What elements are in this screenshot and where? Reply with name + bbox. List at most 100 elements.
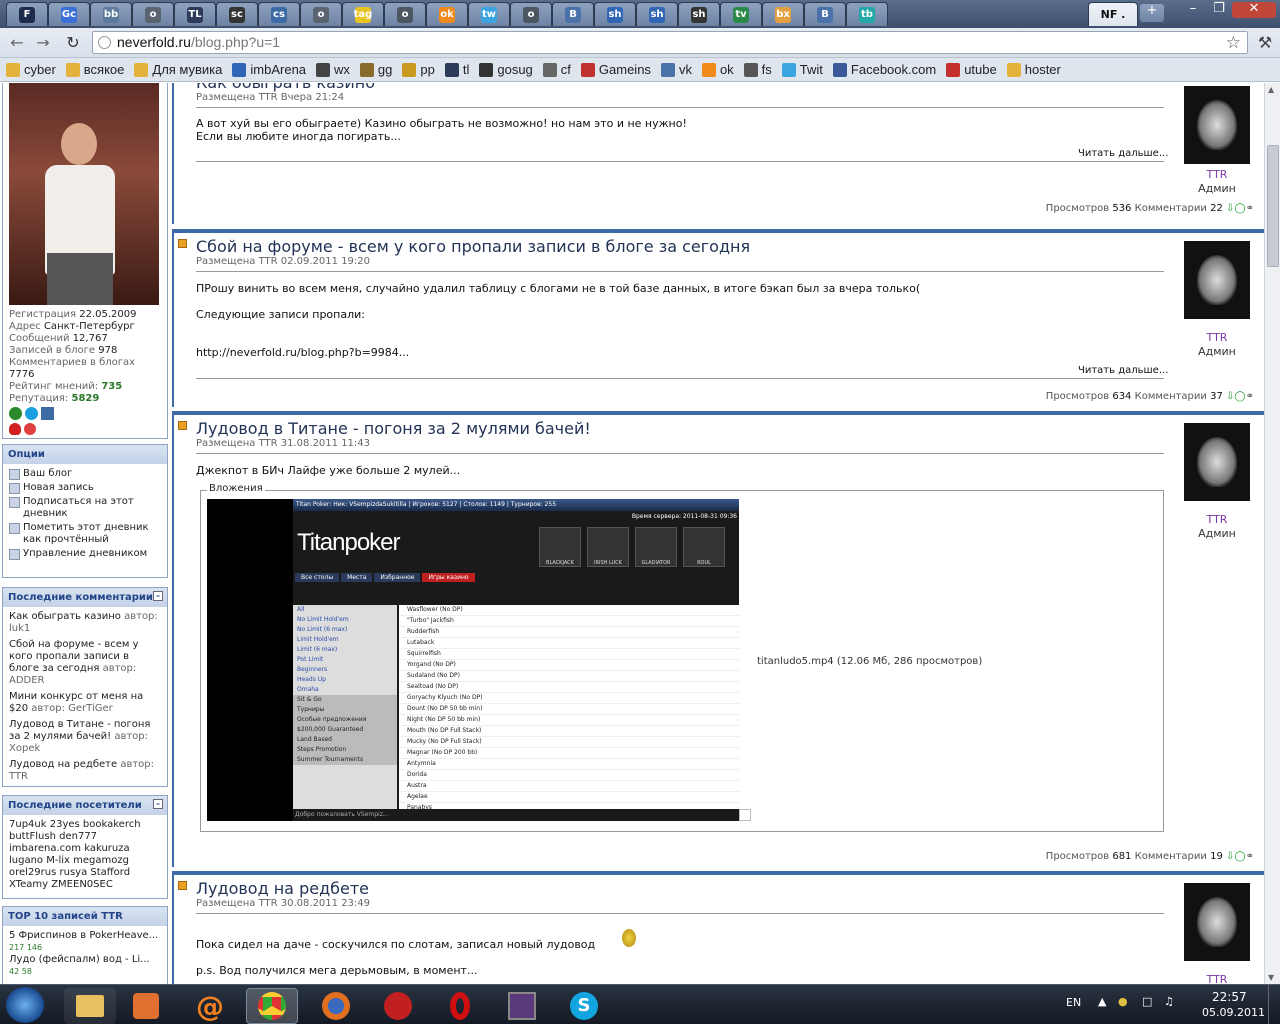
bookmark-item[interactable]: pp — [402, 62, 435, 77]
author-name[interactable]: TTR — [1184, 513, 1250, 526]
attachment-thumbnail[interactable]: Titan Poker: Ник: VSempizdaSukitilla | И… — [207, 499, 739, 821]
language-indicator[interactable]: EN — [1066, 996, 1081, 1009]
browser-tab[interactable]: o — [510, 2, 552, 26]
author-name[interactable]: TTR — [1184, 168, 1250, 181]
bookmark-item[interactable]: utube — [946, 62, 997, 77]
visitor-line[interactable]: XTeamy ZMEEN0SEC — [9, 879, 161, 891]
media-player-icon[interactable] — [120, 988, 172, 1024]
browser-tab[interactable]: o — [300, 2, 342, 26]
browser-tab[interactable]: bb — [90, 2, 132, 26]
link-icon[interactable]: ⚭ — [1246, 391, 1254, 402]
option-item[interactable]: Новая запись — [9, 482, 161, 494]
close-window-button[interactable]: ✕ — [1232, 2, 1276, 18]
reload-icon[interactable]: ↻ — [62, 33, 84, 53]
rate-icon[interactable]: ◯ — [1234, 391, 1245, 402]
minimize-button[interactable]: – — [1180, 2, 1206, 18]
scroll-thumb[interactable] — [1267, 145, 1279, 267]
read-more-link[interactable]: Читать дальше... — [1078, 365, 1168, 376]
chrome-icon[interactable] — [246, 988, 298, 1024]
option-item[interactable]: Пометить этот дневник как прочтённый — [9, 522, 161, 546]
attachment-file-link[interactable]: titanludo5.mp4 (12.06 Мб, 286 просмотров… — [757, 656, 982, 667]
bookmark-item[interactable]: gg — [359, 62, 392, 77]
recent-comment-item[interactable]: Лудовод в Титане - погоня за 2 мулями ба… — [9, 719, 161, 755]
bookmark-item[interactable]: Для мувика — [134, 62, 222, 77]
author-name[interactable]: TTR — [1184, 331, 1250, 344]
tab-active[interactable]: NF . — [1088, 2, 1138, 26]
browser-tab[interactable]: Gc — [48, 2, 90, 26]
author-avatar[interactable] — [1184, 241, 1250, 319]
clock-date[interactable]: 05.09.2011 — [1202, 1006, 1265, 1019]
author-avatar[interactable] — [1184, 423, 1250, 501]
recent-comment-item[interactable]: Мини конкурс от меня на $20 автор: GerTi… — [9, 691, 161, 715]
option-item[interactable]: Управление дневником — [9, 548, 161, 560]
show-desktop-button[interactable] — [1268, 985, 1280, 1024]
comment-author[interactable]: ADDER — [9, 675, 45, 686]
page-scrollbar[interactable]: ▲ ▼ — [1264, 83, 1280, 984]
link-icon[interactable]: ⚭ — [1246, 203, 1254, 214]
mail-agent-icon[interactable]: @ — [184, 988, 236, 1024]
bookmark-item[interactable]: imbArena — [232, 62, 306, 77]
browser-tab[interactable]: cs — [258, 2, 300, 26]
browser-tab[interactable]: B — [804, 2, 846, 26]
browser-tab[interactable]: tb — [846, 2, 888, 26]
bookmark-item[interactable]: fs — [743, 62, 772, 77]
address-bar[interactable]: neverfold.ru/blog.php?u=1 ☆ — [92, 31, 1248, 54]
browser-tab[interactable]: sh — [636, 2, 678, 26]
wrench-icon[interactable]: ⚒ — [1254, 33, 1276, 53]
author-avatar[interactable] — [1184, 86, 1250, 164]
bookmark-item[interactable]: vk — [660, 62, 692, 77]
author-avatar[interactable] — [1184, 883, 1250, 961]
visitor-line[interactable]: 7up4uk 23yes bookakerch — [9, 819, 161, 831]
collapse-icon[interactable]: – — [153, 591, 163, 601]
back-icon[interactable]: ← — [6, 33, 28, 53]
browser-tab[interactable]: TL — [174, 2, 216, 26]
author-name[interactable]: TTR — [1184, 973, 1250, 984]
link-icon[interactable]: ⚭ — [1246, 851, 1254, 862]
tray-app-icon[interactable]: ● — [1118, 995, 1128, 1008]
top10-title[interactable]: Лудо (фейспалм) вод - Li... — [9, 954, 161, 966]
top10-item[interactable]: Лудо (фейспалм) вод - Li... 42 58 — [9, 954, 161, 978]
skype-icon[interactable] — [25, 407, 38, 420]
browser-tab[interactable]: ok — [426, 2, 468, 26]
opera-icon[interactable] — [434, 988, 486, 1024]
bookmark-item[interactable]: Facebook.com — [832, 62, 936, 77]
browser-tab[interactable]: o — [132, 2, 174, 26]
browser-tab[interactable]: F — [6, 2, 48, 26]
rate-icon[interactable]: ◯ — [1234, 203, 1245, 214]
bookmark-star-icon[interactable]: ☆ — [1226, 32, 1241, 53]
vk-icon[interactable] — [41, 407, 54, 420]
tray-volume-icon[interactable]: ♫ — [1164, 995, 1174, 1008]
clover-icon[interactable] — [9, 407, 22, 420]
post-title[interactable]: Как обыграть казино — [196, 83, 375, 92]
comment-author[interactable]: TTR — [9, 771, 28, 782]
browser-tab[interactable]: sc — [216, 2, 258, 26]
post-title[interactable]: Лудовод на редбете — [196, 879, 369, 898]
start-button[interactable] — [6, 987, 44, 1023]
bookmark-item[interactable]: wx — [316, 62, 350, 77]
bookmark-item[interactable]: cyber — [6, 62, 56, 77]
browser-tab[interactable]: sh — [678, 2, 720, 26]
bookmark-item[interactable]: ok — [701, 62, 734, 77]
bookmark-item[interactable]: cf — [542, 62, 571, 77]
new-tab-button[interactable]: + — [1140, 4, 1164, 22]
game-icon[interactable] — [496, 988, 548, 1024]
top10-item[interactable]: 5 Фриспинов в PokerHeave... 217 146 — [9, 930, 161, 954]
recent-comment-item[interactable]: Лудовод на редбете автор: TTR — [9, 759, 161, 783]
firefox-icon[interactable] — [310, 988, 362, 1024]
bookmark-item[interactable]: Gameins — [580, 62, 651, 77]
bookmark-item[interactable]: Twit — [781, 62, 823, 77]
option-item[interactable]: Подписаться на этот дневник — [9, 496, 161, 520]
visitor-line[interactable]: lugano M-lix megamozg — [9, 855, 161, 867]
recent-comment-item[interactable]: Сбой на форуме - всем у кого пропали зап… — [9, 639, 161, 687]
comment-author[interactable]: luk1 — [9, 623, 30, 634]
read-more-link[interactable]: Читать дальше... — [1078, 148, 1168, 159]
option-item[interactable]: Ваш блог — [9, 468, 161, 480]
tray-network-icon[interactable]: □ — [1142, 995, 1152, 1008]
bookmark-item[interactable]: tl — [444, 62, 469, 77]
visitor-line[interactable]: buttFlush den777 — [9, 831, 161, 843]
top10-title[interactable]: 5 Фриспинов в PokerHeave... — [9, 930, 161, 942]
post-link[interactable]: http://neverfold.ru/blog.php?b=9984... — [196, 346, 409, 359]
post-title[interactable]: Лудовод в Титане - погоня за 2 мулями ба… — [196, 419, 591, 438]
visitor-line[interactable]: orel29rus rusya Stafford — [9, 867, 161, 879]
browser-tab[interactable]: tv — [720, 2, 762, 26]
